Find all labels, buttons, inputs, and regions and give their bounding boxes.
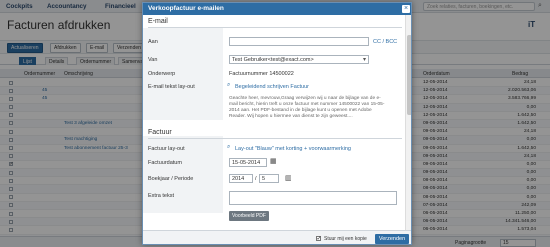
section-divider-2 (148, 138, 402, 139)
send-copy-label[interactable]: Stuur mij een kopie (324, 236, 367, 242)
close-icon[interactable]: × (402, 5, 410, 13)
invoice-section-title: Factuur (148, 129, 172, 136)
search-icon[interactable]: ⌕ (227, 144, 230, 151)
to-input[interactable] (229, 37, 369, 46)
send-button[interactable]: Verzenden (375, 234, 409, 244)
email-layout-label: E-mail tekst lay-out (148, 84, 195, 90)
invoice-date-label: Factuurdatum (148, 160, 182, 166)
scrollbar-thumb[interactable] (407, 35, 411, 115)
cc-bcc-link[interactable]: CC / BCC (373, 39, 397, 45)
period-picker-icon[interactable]: ▥ (285, 174, 292, 182)
period-input[interactable]: 5 (259, 174, 279, 183)
preview-pdf-button[interactable]: Voorbeeld PDF (229, 211, 269, 221)
email-section-title: E-mail (148, 18, 168, 25)
from-select[interactable]: Test Gebruiker<test@exact.com> (229, 55, 369, 64)
search-icon[interactable]: ⌕ (227, 82, 230, 89)
dialog-title: Verkoopfactuur e-mailen (148, 5, 224, 12)
year-period-separator: / (255, 176, 257, 182)
invoice-layout-label: Factuur lay-out (148, 146, 185, 152)
to-label: Aan (148, 39, 158, 45)
dialog-body: E-mail Aan CC / BCC Van Test Gebruiker<t… (143, 15, 411, 230)
subject-value: Factuurnummer 14500022 (229, 71, 294, 77)
invoice-layout-link[interactable]: Lay-out "Blauw" met korting + voorwaarme… (235, 146, 351, 152)
email-body-preview: Geachte heer, mevrouw,Graag verwijzen wi… (229, 96, 385, 119)
year-period-label: Boekjaar / Periode (148, 176, 194, 182)
from-label: Van (148, 57, 158, 63)
calendar-icon[interactable]: ▦ (270, 157, 277, 165)
dialog-footer: Stuur mij een kopie Verzenden (143, 230, 411, 244)
invoice-date-input[interactable]: 15-05-2014 (229, 158, 267, 167)
dialog-scrollbar[interactable] (405, 15, 411, 230)
section-divider (148, 27, 402, 28)
email-layout-link[interactable]: Begeleidend schrijven Factuur (235, 84, 309, 90)
extra-text-textarea[interactable] (229, 191, 397, 205)
send-copy-checkbox[interactable] (316, 235, 322, 242)
dialog-header: Verkoopfactuur e-mailen × (143, 3, 411, 15)
fiscal-year-input[interactable]: 2014 (229, 174, 253, 183)
extra-text-label: Extra tekst (148, 193, 174, 199)
subject-label: Onderwerp (148, 71, 176, 77)
email-invoice-dialog: Verkoopfactuur e-mailen × E-mail Aan CC … (142, 2, 412, 245)
